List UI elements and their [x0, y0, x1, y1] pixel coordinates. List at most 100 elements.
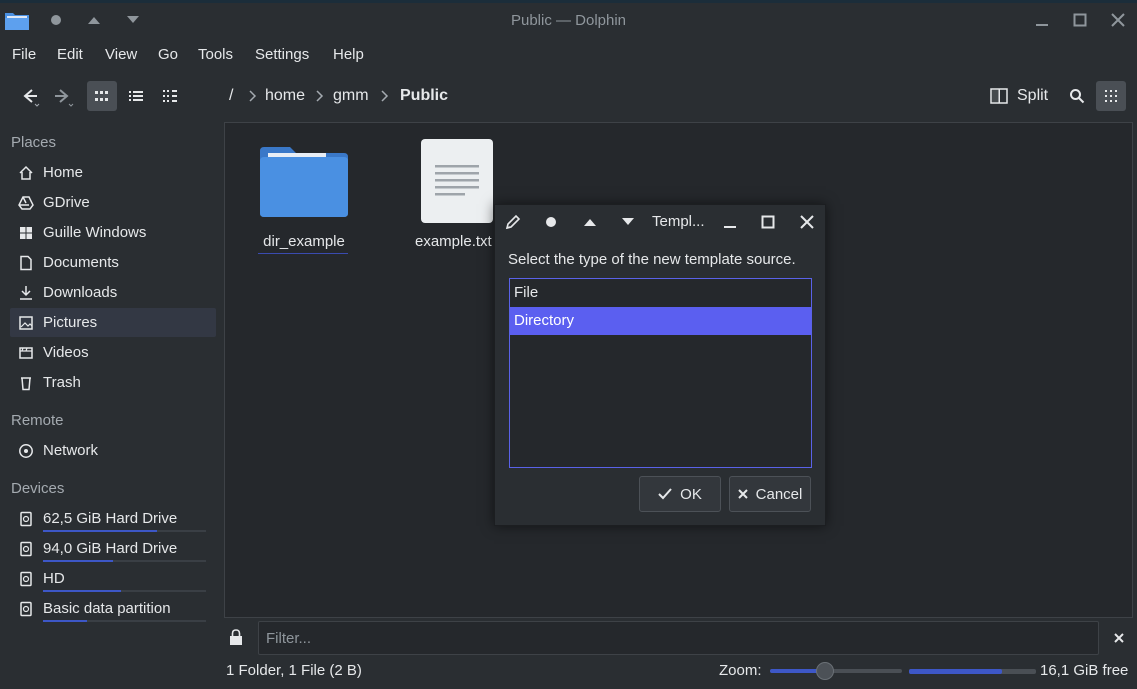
free-space-bar: [909, 669, 1036, 674]
download-icon: [17, 284, 35, 302]
sidebar-item-basic-data-partition[interactable]: Basic data partition: [10, 594, 216, 623]
file-name-example-txt[interactable]: example.txt: [415, 233, 495, 250]
chevron-right-icon: [249, 90, 257, 102]
list-item-directory[interactable]: Directory: [510, 307, 811, 335]
windows-icon: [17, 224, 35, 242]
capacity-bar: [43, 560, 206, 562]
chevron-right-icon: [381, 90, 389, 102]
free-space-fill: [909, 669, 1002, 674]
minimize-icon[interactable]: [1029, 7, 1055, 33]
details-view-button[interactable]: [155, 81, 185, 111]
sidebar-item-gdrive[interactable]: GDrive: [10, 188, 216, 217]
gdrive-icon: [17, 194, 35, 212]
sidebar-item-drive-62[interactable]: 62,5 GiB Hard Drive: [10, 504, 216, 533]
text-file-icon[interactable]: [421, 139, 493, 223]
places-header: Places: [11, 134, 57, 151]
zoom-handle[interactable]: [815, 662, 834, 680]
minimize-icon[interactable]: [719, 211, 741, 233]
pin-icon[interactable]: [540, 211, 562, 233]
search-icon: [1070, 89, 1085, 104]
sidebar-item-documents[interactable]: Documents: [10, 248, 216, 277]
maximize-icon[interactable]: [757, 211, 779, 233]
forward-button[interactable]: [48, 81, 78, 111]
menu-edit[interactable]: Edit: [57, 46, 83, 63]
hamburger-menu-button[interactable]: [1096, 81, 1126, 111]
cancel-button[interactable]: Cancel: [729, 476, 811, 512]
trash-icon: [17, 374, 35, 392]
network-icon: [17, 442, 35, 460]
menu-settings[interactable]: Settings: [255, 46, 309, 63]
sidebar-item-trash[interactable]: Trash: [10, 368, 216, 397]
sidebar-item-drive-94[interactable]: 94,0 GiB Hard Drive: [10, 534, 216, 563]
close-icon[interactable]: [1105, 7, 1131, 33]
menu-tools[interactable]: Tools: [198, 46, 233, 63]
keep-below-icon[interactable]: [617, 211, 639, 233]
maximize-icon[interactable]: [1067, 7, 1093, 33]
document-icon: [17, 254, 35, 272]
devices-header: Devices: [11, 480, 65, 497]
breadcrumb-gmm[interactable]: gmm: [333, 87, 369, 105]
filter-field[interactable]: [258, 621, 1099, 655]
capacity-bar: [43, 620, 206, 622]
breadcrumb-home[interactable]: home: [265, 87, 305, 105]
hard-drive-icon: [17, 540, 35, 558]
template-type-list[interactable]: File Directory: [509, 278, 812, 468]
free-space-label: 16,1 GiB free: [1040, 662, 1129, 679]
back-button[interactable]: [14, 81, 44, 111]
capacity-bar: [43, 590, 206, 592]
menu-view[interactable]: View: [105, 46, 137, 63]
menu-grid-icon: [1105, 90, 1117, 102]
close-icon: [737, 489, 748, 499]
ok-button[interactable]: OK: [639, 476, 721, 512]
status-summary: 1 Folder, 1 File (2 B): [226, 662, 362, 679]
split-button[interactable]: Split: [990, 81, 1048, 111]
menu-file[interactable]: File: [12, 46, 36, 63]
dialog-title: Templ...: [652, 213, 705, 230]
remote-header: Remote: [11, 412, 64, 429]
dialog-title-bar[interactable]: Templ...: [495, 205, 825, 237]
video-icon: [17, 344, 35, 362]
sidebar-item-videos[interactable]: Videos: [10, 338, 216, 367]
list-view-icon: [129, 91, 143, 101]
search-button[interactable]: [1062, 81, 1092, 111]
zoom-label: Zoom:: [719, 662, 762, 679]
title-bar[interactable]: Public — Dolphin: [0, 3, 1137, 38]
breadcrumb-public[interactable]: Public: [400, 87, 448, 105]
icons-view-button[interactable]: [87, 81, 117, 111]
details-view-icon: [163, 90, 177, 102]
menu-go[interactable]: Go: [158, 46, 178, 63]
split-label: Split: [1017, 87, 1049, 104]
zoom-slider[interactable]: [770, 662, 902, 680]
hard-drive-icon: [17, 510, 35, 528]
sidebar-item-hd[interactable]: HD: [10, 564, 216, 593]
sidebar-item-downloads[interactable]: Downloads: [10, 278, 216, 307]
sidebar-item-pictures[interactable]: Pictures: [10, 308, 216, 337]
picture-icon: [17, 314, 35, 332]
pencil-icon[interactable]: [502, 211, 524, 233]
list-item-file[interactable]: File: [510, 279, 811, 307]
lock-icon[interactable]: [229, 629, 243, 650]
close-filter-icon[interactable]: [1113, 631, 1125, 648]
hard-drive-icon: [17, 600, 35, 618]
folder-icon[interactable]: [258, 145, 350, 219]
keep-above-icon[interactable]: [579, 211, 601, 233]
close-icon[interactable]: [796, 211, 818, 233]
file-name-dir-example[interactable]: dir_example: [245, 233, 363, 250]
capacity-bar: [43, 530, 206, 532]
menu-help[interactable]: Help: [333, 46, 364, 63]
split-view-icon: [990, 88, 1008, 104]
compact-view-button[interactable]: [121, 81, 151, 111]
hard-drive-icon: [17, 570, 35, 588]
window-title: Public — Dolphin: [510, 12, 627, 29]
sidebar-item-network[interactable]: Network: [10, 436, 216, 465]
chevron-right-icon: [316, 90, 324, 102]
breadcrumb-root[interactable]: /: [229, 87, 233, 105]
template-type-dialog: Templ... Select the type of the new temp…: [494, 204, 826, 526]
home-icon: [17, 164, 35, 182]
check-icon: [658, 488, 672, 500]
sidebar-item-guille-windows[interactable]: Guille Windows: [10, 218, 216, 247]
icons-view-icon: [95, 91, 108, 101]
selection-underline: [258, 253, 348, 254]
filter-input[interactable]: [259, 622, 1098, 654]
sidebar-item-home[interactable]: Home: [10, 158, 216, 187]
